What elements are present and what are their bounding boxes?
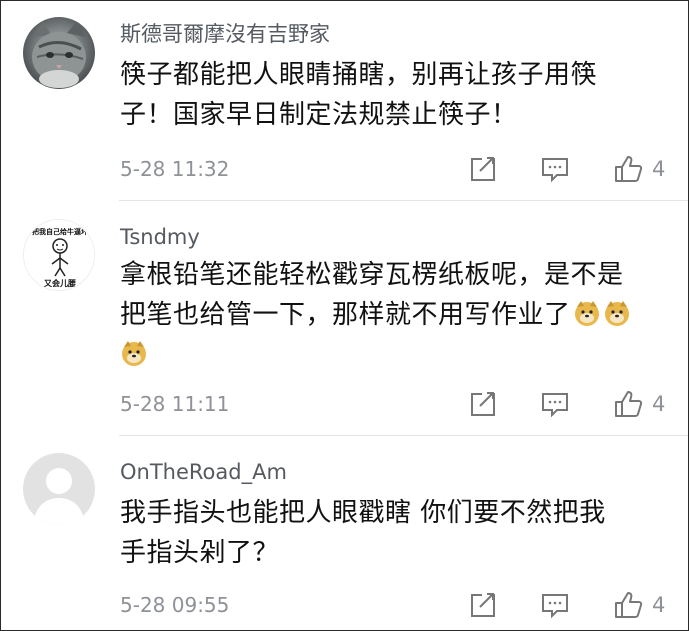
doge-emoji-icon	[604, 301, 629, 326]
comment-line-text: 把笔也给管一下，那样就不用写作业了	[120, 300, 571, 330]
comment-icon[interactable]	[540, 389, 570, 419]
comment-body: 筷子都能把人眼睛捅瞎，别再让孩子用筷 子！国家早日制定法规禁止筷子！	[120, 55, 665, 135]
share-icon[interactable]	[468, 389, 498, 419]
timestamp: 5-28 11:32	[120, 157, 230, 181]
like-count: 4	[652, 157, 666, 181]
doge-emoji-icon	[122, 341, 146, 366]
comment-icon[interactable]	[540, 590, 570, 620]
username[interactable]: OnTheRoad_Am	[120, 459, 287, 485]
doge-emoji-icon	[574, 301, 599, 326]
comment-line: 拿根铅笔还能轻松戳穿瓦楞纸板呢，是不是	[120, 260, 624, 290]
share-icon[interactable]	[468, 590, 498, 620]
like-count: 4	[652, 392, 666, 416]
comment-line: 我手指头也能把人眼戳瞎 你们要不然把我	[120, 498, 606, 528]
share-icon[interactable]	[468, 154, 498, 184]
username[interactable]: Tsndmy	[120, 224, 200, 250]
comment-list: 斯德哥爾摩沒有吉野家 筷子都能把人眼睛捅瞎，别再让孩子用筷 子！国家早日制定法规…	[0, 0, 689, 631]
comment-body: 拿根铅笔还能轻松戳穿瓦楞纸板呢，是不是 把笔也给管一下，那样就不用写作业了	[120, 255, 665, 375]
comment-line: 筷子都能把人眼睛捅瞎，别再让孩子用筷	[120, 60, 598, 90]
stick-figure-avatar-icon[interactable]: 把我自己给牛逼坏 又会儿腰	[23, 219, 95, 291]
cat-avatar-icon[interactable]	[23, 17, 95, 89]
thumbs-up-icon[interactable]	[613, 389, 643, 419]
thumbs-up-icon[interactable]	[613, 154, 643, 184]
like-count: 4	[652, 593, 666, 617]
divider	[119, 435, 688, 436]
comment-body: 我手指头也能把人眼戳瞎 你们要不然把我 手指头剁了？	[120, 493, 665, 573]
comment-icon[interactable]	[540, 154, 570, 184]
timestamp: 5-28 09:55	[120, 593, 230, 617]
avatar-caption-top: 把我自己给牛逼坏	[32, 227, 89, 236]
comment-line	[120, 335, 665, 375]
default-user-avatar-icon[interactable]	[23, 453, 95, 525]
thumbs-up-icon[interactable]	[613, 590, 643, 620]
comment-line: 手指头剁了？	[120, 538, 280, 568]
divider	[119, 200, 688, 201]
comment-line: 子！国家早日制定法规禁止筷子！	[120, 100, 518, 130]
timestamp: 5-28 11:11	[120, 392, 230, 416]
avatar-caption-bottom: 又会儿腰	[43, 278, 76, 288]
comment-line: 把笔也给管一下，那样就不用写作业了	[120, 295, 665, 335]
username[interactable]: 斯德哥爾摩沒有吉野家	[120, 21, 330, 47]
